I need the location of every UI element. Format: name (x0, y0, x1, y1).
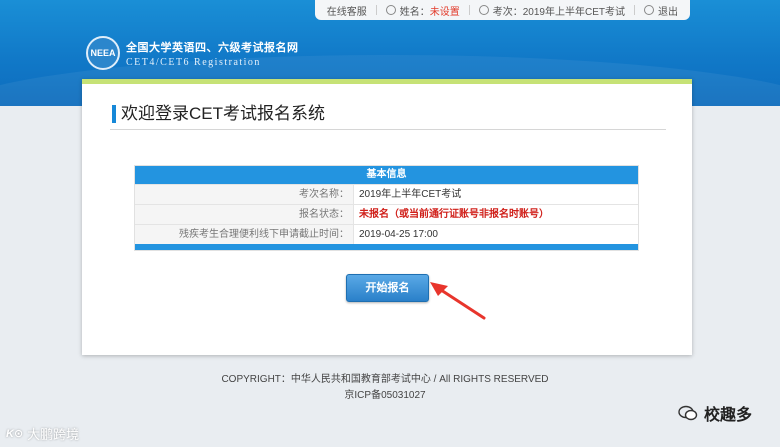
row-value: 2019-04-25 17:00 (359, 229, 438, 240)
logout-link[interactable]: 退出 (658, 3, 678, 18)
logout-icon (644, 5, 654, 15)
site-footer: COPYRIGHT：中华人民共和国教育部考试中心 / All RIGHTS RE… (0, 372, 770, 404)
online-service-link[interactable]: 在线客服 (327, 3, 367, 18)
panel-accent-bar (82, 79, 692, 84)
exam-value: 2019年上半年CET考试 (522, 6, 625, 18)
copyright-text: COPYRIGHT：中华人民共和国教育部考试中心 / All RIGHTS RE… (221, 374, 549, 385)
top-user-bar: 在线客服 姓名： 未设置 考次： 2019年上半年CET考试 退出 (314, 0, 690, 20)
wechat-icon (678, 405, 698, 421)
name-label: 姓名： (399, 6, 430, 18)
watermark-left: K⊙ 大鹏跨境 (6, 424, 79, 443)
table-row: 考次名称： 2019年上半年CET考试 (135, 184, 638, 204)
table-row: 残疾考生合理便利线下申请截止时间： 2019-04-25 17:00 (135, 224, 638, 244)
title-divider (110, 129, 666, 130)
divider (634, 5, 635, 15)
registration-status-value: 未报名（或当前通行证账号非报名时账号） (359, 209, 549, 220)
logo-title: 全国大学英语四、六级考试报名网 (126, 41, 299, 54)
start-registration-button[interactable]: 开始报名 (346, 274, 429, 302)
table-footer-bar (135, 244, 638, 250)
logo-subtitle: CET4/CET6 Registration (126, 56, 261, 68)
basic-info-table: 基本信息 考次名称： 2019年上半年CET考试 报名状态： 未报名（或当前通行… (134, 165, 639, 251)
exam-label: 考次： (492, 6, 523, 18)
watermark-right-text: 校趣多 (704, 407, 753, 424)
row-label: 残疾考生合理便利线下申请截止时间： (135, 225, 354, 244)
divider (375, 5, 377, 15)
divider (468, 5, 470, 15)
watermark-logo-mark: K⊙ (6, 428, 24, 440)
row-value: 2019年上半年CET考试 (359, 189, 462, 200)
icp-text[interactable]: 京ICP备05031027 (0, 388, 770, 404)
basic-info-header: 基本信息 (135, 166, 638, 184)
exam-icon (478, 5, 489, 15)
name-value[interactable]: 未设置 (430, 3, 460, 18)
row-label: 考次名称： (135, 185, 354, 204)
table-row: 报名状态： 未报名（或当前通行证账号非报名时账号） (135, 204, 638, 224)
user-icon (385, 5, 396, 15)
site-logo[interactable]: NEEA 全国大学英语四、六级考试报名网 CET4/CET6 Registrat… (86, 36, 299, 70)
red-arrow-icon (430, 282, 486, 320)
row-label: 报名状态： (135, 205, 354, 224)
login-panel: 欢迎登录CET考试报名系统 基本信息 考次名称： 2019年上半年CET考试 报… (82, 79, 692, 355)
watermark-left-text: 大鹏跨境 (27, 427, 80, 442)
neea-emblem-icon: NEEA (86, 36, 120, 70)
page-title: 欢迎登录CET考试报名系统 (112, 105, 325, 123)
watermark-right: 校趣多 (678, 401, 752, 425)
